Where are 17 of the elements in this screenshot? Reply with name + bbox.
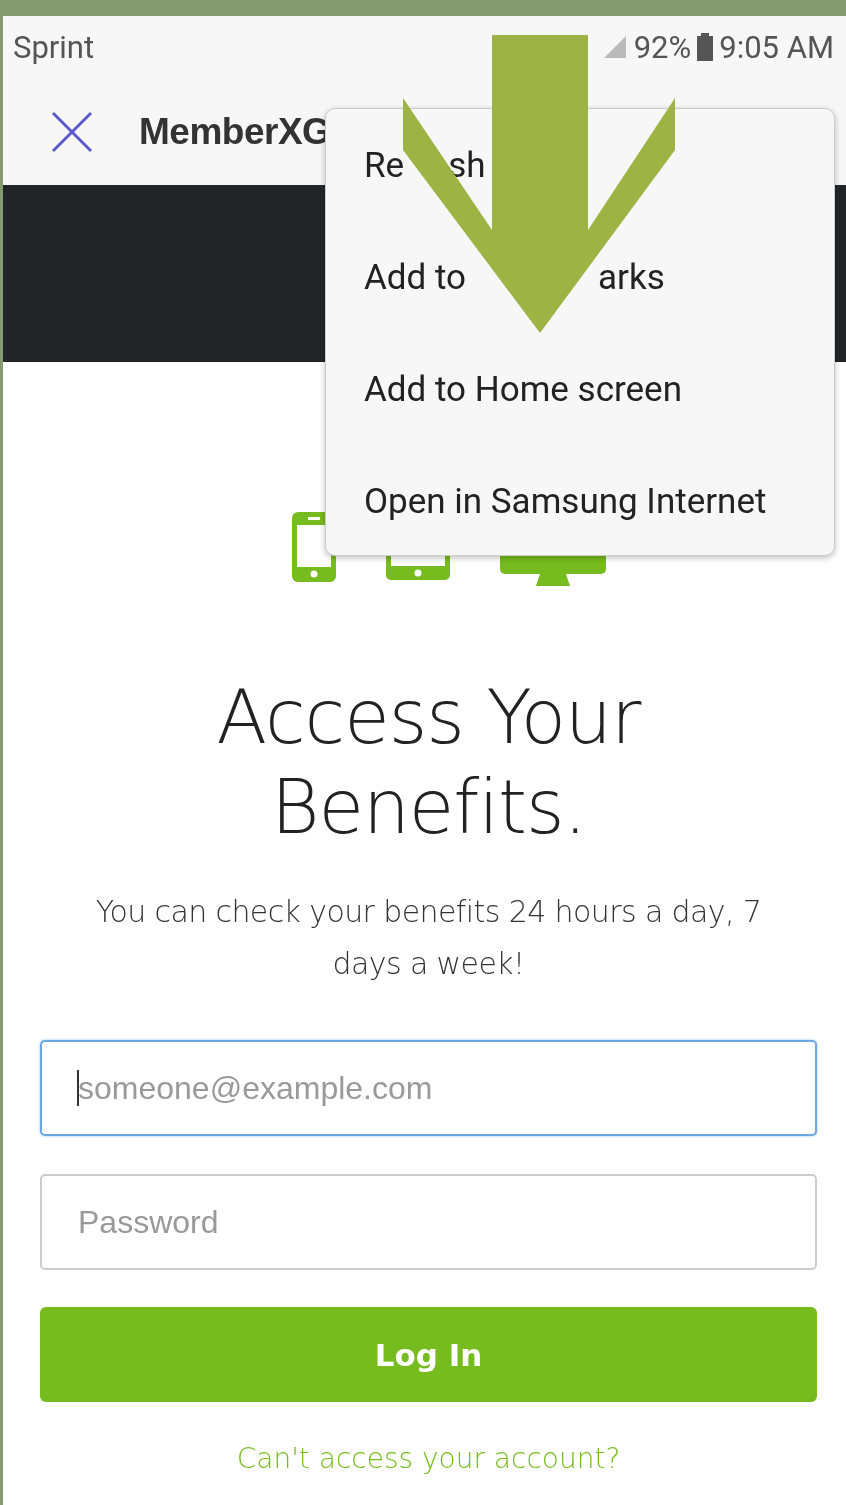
menu-item-text[interactable]: sh bbox=[448, 147, 486, 183]
password-field[interactable]: Password bbox=[40, 1174, 817, 1270]
menu-item-text[interactable]: arks bbox=[598, 259, 665, 295]
menu-item-text[interactable]: Add to Home screen bbox=[364, 371, 682, 407]
text-cursor bbox=[77, 1070, 79, 1106]
battery-icon bbox=[697, 33, 714, 61]
close-icon[interactable] bbox=[51, 110, 93, 153]
carrier-name: Sprint bbox=[13, 28, 95, 66]
menu-item-text[interactable]: Add to bbox=[364, 259, 467, 295]
page-title: MemberXG bbox=[139, 110, 331, 153]
heading: Access Your Benefits. bbox=[215, 673, 643, 852]
menu-item-text[interactable]: Re bbox=[364, 147, 405, 183]
clock: 9:05 AM bbox=[719, 28, 834, 66]
menu-item-text[interactable]: Open in Samsung Internet bbox=[364, 483, 767, 519]
subtitle: You can check your benefits 24 hours a day, 7 days a week! bbox=[94, 893, 763, 983]
email-field[interactable]: someone@example.com bbox=[40, 1040, 817, 1136]
battery-percent: 92% bbox=[633, 28, 692, 66]
